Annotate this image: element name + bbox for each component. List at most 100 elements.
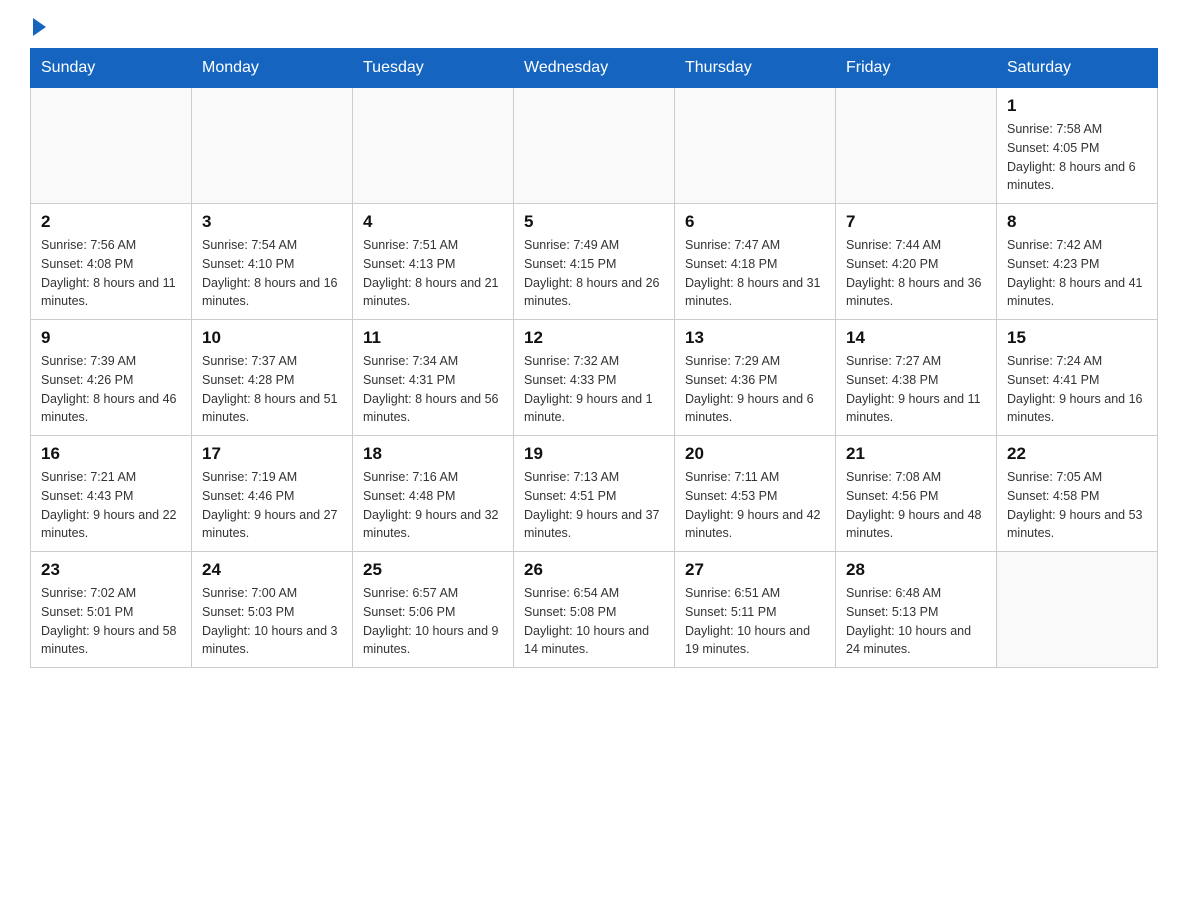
day-number: 22 — [1007, 444, 1147, 464]
day-info: Sunrise: 7:39 AMSunset: 4:26 PMDaylight:… — [41, 352, 181, 427]
header-sunday: Sunday — [31, 49, 192, 88]
table-row: 3 Sunrise: 7:54 AMSunset: 4:10 PMDaylight… — [192, 204, 353, 320]
day-number: 21 — [846, 444, 986, 464]
day-number: 16 — [41, 444, 181, 464]
calendar-header-row: Sunday Monday Tuesday Wednesday Thursday… — [31, 49, 1158, 88]
header-tuesday: Tuesday — [353, 49, 514, 88]
calendar-week-1: 1 Sunrise: 7:58 AMSunset: 4:05 PMDaylight… — [31, 88, 1158, 204]
day-info: Sunrise: 6:51 AMSunset: 5:11 PMDaylight:… — [685, 584, 825, 659]
table-row: 5Sunrise: 7:49 AMSunset: 4:15 PMDaylight… — [514, 204, 675, 320]
calendar-week-5: 23Sunrise: 7:02 AMSunset: 5:01 PMDayligh… — [31, 552, 1158, 668]
day-info: Sunrise: 7:47 AMSunset: 4:18 PMDaylight:… — [685, 236, 825, 311]
day-info: Sunrise: 7:54 AMSunset: 4:10 PMDaylight:… — [202, 236, 342, 311]
day-info: Sunrise: 7:24 AMSunset: 4:41 PMDaylight:… — [1007, 352, 1147, 427]
header-friday: Friday — [836, 49, 997, 88]
table-row: 12 Sunrise: 7:32 AMSunset: 4:33 PMDayligh… — [514, 320, 675, 436]
day-info: Sunrise: 6:54 AMSunset: 5:08 PMDaylight:… — [524, 584, 664, 659]
day-info: Sunrise: 7:42 AMSunset: 4:23 PMDaylight:… — [1007, 236, 1147, 311]
day-number: 1 — [1007, 96, 1147, 116]
page-header — [30, 20, 1158, 38]
day-info: Sunrise: 7:51 AMSunset: 4:13 PMDaylight:… — [363, 236, 503, 311]
day-number: 10 — [202, 328, 342, 348]
day-info: Sunrise: 7:27 AMSunset: 4:38 PMDaylight:… — [846, 352, 986, 427]
table-row: 9 Sunrise: 7:39 AMSunset: 4:26 PMDaylight… — [31, 320, 192, 436]
day-info: Sunrise: 6:48 AMSunset: 5:13 PMDaylight:… — [846, 584, 986, 659]
table-row — [675, 88, 836, 204]
day-info: Sunrise: 7:08 AMSunset: 4:56 PMDaylight:… — [846, 468, 986, 543]
day-info: Sunrise: 7:13 AMSunset: 4:51 PMDaylight:… — [524, 468, 664, 543]
table-row: 4 Sunrise: 7:51 AMSunset: 4:13 PMDaylight… — [353, 204, 514, 320]
day-number: 12 — [524, 328, 664, 348]
table-row: 2 Sunrise: 7:56 AMSunset: 4:08 PMDaylight… — [31, 204, 192, 320]
table-row: 20 Sunrise: 7:11 AMSunset: 4:53 PMDayligh… — [675, 436, 836, 552]
day-number: 4 — [363, 212, 503, 232]
day-number: 3 — [202, 212, 342, 232]
day-number: 2 — [41, 212, 181, 232]
day-info: Sunrise: 7:44 AMSunset: 4:20 PMDaylight:… — [846, 236, 986, 311]
table-row — [31, 88, 192, 204]
header-saturday: Saturday — [997, 49, 1158, 88]
day-number: 24 — [202, 560, 342, 580]
table-row: 23Sunrise: 7:02 AMSunset: 5:01 PMDayligh… — [31, 552, 192, 668]
table-row — [514, 88, 675, 204]
day-number: 20 — [685, 444, 825, 464]
day-number: 15 — [1007, 328, 1147, 348]
table-row: 8 Sunrise: 7:42 AMSunset: 4:23 PMDaylight… — [997, 204, 1158, 320]
day-number: 27 — [685, 560, 825, 580]
header-wednesday: Wednesday — [514, 49, 675, 88]
day-info: Sunrise: 7:00 AMSunset: 5:03 PMDaylight:… — [202, 584, 342, 659]
table-row: 15 Sunrise: 7:24 AMSunset: 4:41 PMDayligh… — [997, 320, 1158, 436]
calendar-week-2: 2 Sunrise: 7:56 AMSunset: 4:08 PMDaylight… — [31, 204, 1158, 320]
table-row: 11 Sunrise: 7:34 AMSunset: 4:31 PMDayligh… — [353, 320, 514, 436]
day-info: Sunrise: 7:37 AMSunset: 4:28 PMDaylight:… — [202, 352, 342, 427]
day-number: 17 — [202, 444, 342, 464]
table-row: 19 Sunrise: 7:13 AMSunset: 4:51 PMDayligh… — [514, 436, 675, 552]
day-info: Sunrise: 7:11 AMSunset: 4:53 PMDaylight:… — [685, 468, 825, 543]
day-info: Sunrise: 7:21 AMSunset: 4:43 PMDaylight:… — [41, 468, 181, 543]
header-monday: Monday — [192, 49, 353, 88]
day-number: 14 — [846, 328, 986, 348]
table-row: 13 Sunrise: 7:29 AMSunset: 4:36 PMDayligh… — [675, 320, 836, 436]
day-info: Sunrise: 7:16 AMSunset: 4:48 PMDaylight:… — [363, 468, 503, 543]
day-number: 5 — [524, 212, 664, 232]
table-row: 21 Sunrise: 7:08 AMSunset: 4:56 PMDayligh… — [836, 436, 997, 552]
day-number: 8 — [1007, 212, 1147, 232]
day-number: 13 — [685, 328, 825, 348]
day-number: 9 — [41, 328, 181, 348]
day-number: 18 — [363, 444, 503, 464]
table-row: 16 Sunrise: 7:21 AMSunset: 4:43 PMDayligh… — [31, 436, 192, 552]
day-number: 11 — [363, 328, 503, 348]
day-info: Sunrise: 7:02 AMSunset: 5:01 PMDaylight:… — [41, 584, 181, 659]
table-row: 1 Sunrise: 7:58 AMSunset: 4:05 PMDaylight… — [997, 88, 1158, 204]
table-row: 14 Sunrise: 7:27 AMSunset: 4:38 PMDayligh… — [836, 320, 997, 436]
day-number: 6 — [685, 212, 825, 232]
day-info: Sunrise: 7:32 AMSunset: 4:33 PMDaylight:… — [524, 352, 664, 427]
day-number: 25 — [363, 560, 503, 580]
day-number: 19 — [524, 444, 664, 464]
table-row: 22Sunrise: 7:05 AMSunset: 4:58 PMDayligh… — [997, 436, 1158, 552]
calendar-week-4: 16 Sunrise: 7:21 AMSunset: 4:43 PMDayligh… — [31, 436, 1158, 552]
day-info: Sunrise: 7:56 AMSunset: 4:08 PMDaylight:… — [41, 236, 181, 311]
table-row: 27 Sunrise: 6:51 AMSunset: 5:11 PMDayligh… — [675, 552, 836, 668]
logo — [30, 20, 48, 38]
header-thursday: Thursday — [675, 49, 836, 88]
table-row — [353, 88, 514, 204]
calendar-week-3: 9 Sunrise: 7:39 AMSunset: 4:26 PMDaylight… — [31, 320, 1158, 436]
day-number: 26 — [524, 560, 664, 580]
day-info: Sunrise: 7:29 AMSunset: 4:36 PMDaylight:… — [685, 352, 825, 427]
day-info: Sunrise: 7:34 AMSunset: 4:31 PMDaylight:… — [363, 352, 503, 427]
table-row — [836, 88, 997, 204]
table-row: 7 Sunrise: 7:44 AMSunset: 4:20 PMDaylight… — [836, 204, 997, 320]
table-row — [192, 88, 353, 204]
day-number: 7 — [846, 212, 986, 232]
table-row: 18 Sunrise: 7:16 AMSunset: 4:48 PMDayligh… — [353, 436, 514, 552]
table-row: 24 Sunrise: 7:00 AMSunset: 5:03 PMDayligh… — [192, 552, 353, 668]
table-row: 26 Sunrise: 6:54 AMSunset: 5:08 PMDayligh… — [514, 552, 675, 668]
calendar-table: Sunday Monday Tuesday Wednesday Thursday… — [30, 48, 1158, 668]
logo-arrow-icon — [33, 18, 46, 36]
day-number: 28 — [846, 560, 986, 580]
table-row — [997, 552, 1158, 668]
day-info: Sunrise: 7:58 AMSunset: 4:05 PMDaylight:… — [1007, 120, 1147, 195]
table-row: 6 Sunrise: 7:47 AMSunset: 4:18 PMDaylight… — [675, 204, 836, 320]
day-info: Sunrise: 7:19 AMSunset: 4:46 PMDaylight:… — [202, 468, 342, 543]
